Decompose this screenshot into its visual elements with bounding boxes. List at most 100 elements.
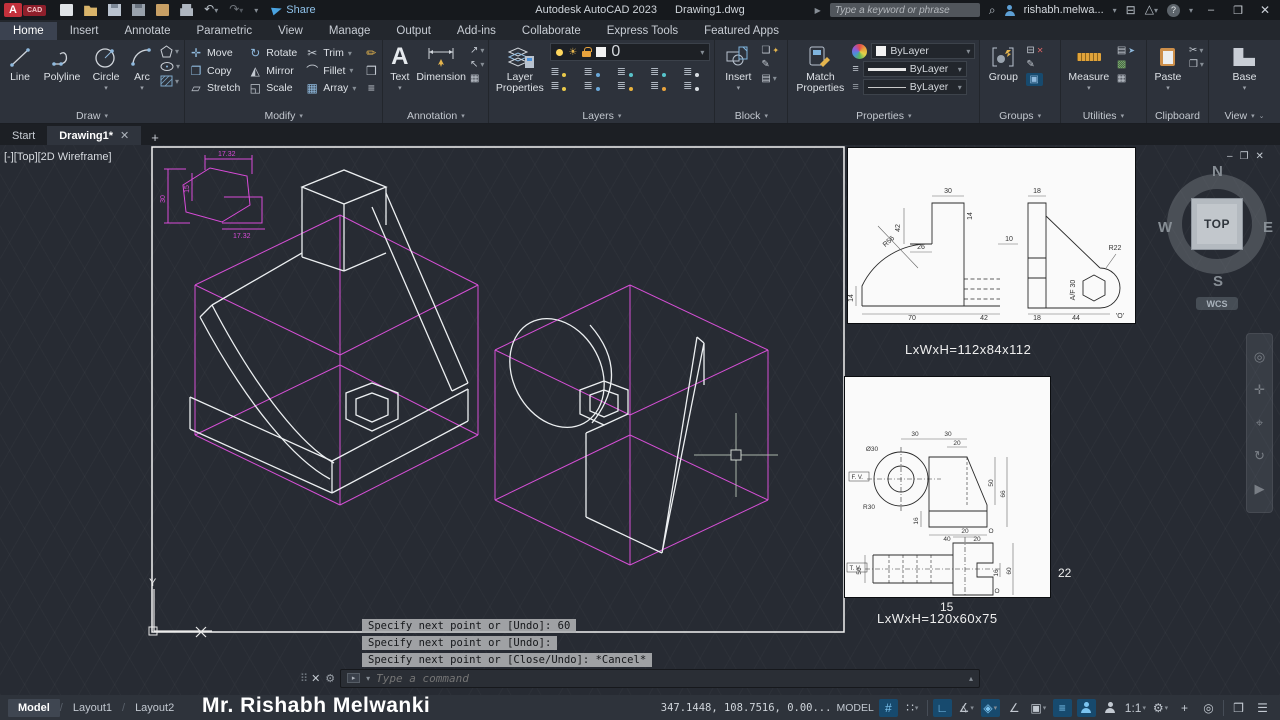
layer-unlock-button[interactable]: ≣	[650, 79, 666, 92]
panel-label-groups[interactable]: Groups ▾	[980, 108, 1059, 123]
compass-east[interactable]: E	[1263, 219, 1273, 236]
qat-customize-icon[interactable]: ▾	[254, 6, 258, 15]
rotate-button[interactable]: ↻ Rotate	[248, 46, 297, 60]
panel-label-view[interactable]: View ▾ ⌄	[1209, 108, 1280, 123]
move-button[interactable]: ✛ Move	[189, 46, 240, 60]
polar-tracking-toggle[interactable]: ∡ ▾	[957, 699, 976, 717]
multileader-button[interactable]: ↖ ▾	[470, 59, 484, 70]
group-edit-button[interactable]: ✎	[1026, 59, 1043, 70]
paste-button[interactable]: Paste ▾	[1151, 43, 1185, 92]
new-drawing-plus-button[interactable]: +	[141, 130, 169, 145]
workspace-gear-button[interactable]: ⚙ ▾	[1151, 699, 1170, 717]
drawing-canvas[interactable]: [-][Top][2D Wireframe] 17.32 30 15 17.32	[0, 145, 1280, 695]
lineweight-dropdown[interactable]: ByLayer ▾	[862, 61, 967, 77]
panel-label-block[interactable]: Block ▾	[715, 108, 787, 123]
minimize-button[interactable]: –	[1202, 4, 1220, 16]
object-color-dropdown[interactable]: ByLayer ▾	[871, 43, 976, 59]
layer-lock-button[interactable]: ≣	[650, 65, 666, 78]
save-as-icon[interactable]	[132, 4, 146, 16]
tab-collaborate[interactable]: Collaborate	[509, 22, 594, 40]
copy-clip-button[interactable]: ❐ ▾	[1189, 59, 1204, 70]
help-icon[interactable]: ?	[1166, 3, 1180, 17]
copy-button[interactable]: ❐ Copy	[189, 64, 240, 78]
scale-button[interactable]: ◱ Scale	[248, 81, 297, 95]
arc-caret-icon[interactable]: ▾	[140, 84, 144, 92]
layer-off-button[interactable]: ≣	[550, 65, 567, 78]
insert-button[interactable]: Insert ▾	[719, 43, 757, 92]
layer-freeze-sun-icon[interactable]: ☀	[568, 47, 577, 58]
tab-annotate[interactable]: Annotate	[111, 22, 183, 40]
annotation-scale-button[interactable]: 1:1 ▾	[1125, 699, 1146, 717]
ortho-toggle[interactable]: ∟	[932, 698, 952, 717]
ellipse-button[interactable]: ▾	[160, 61, 180, 72]
new-file-icon[interactable]	[60, 4, 74, 16]
layer-color-swatch[interactable]	[596, 47, 607, 57]
base-button[interactable]: Base ▾	[1224, 43, 1264, 92]
close-button[interactable]: ✕	[1256, 3, 1274, 17]
linetype-list-icon[interactable]: ≡	[852, 81, 858, 93]
viewport-restore-icon[interactable]: ❐	[1240, 151, 1249, 162]
fillet-button[interactable]: ⌒ Fillet ▾	[305, 62, 356, 79]
trim-button[interactable]: ✂ Trim ▾	[305, 46, 356, 60]
text-button[interactable]: A Text ▾	[387, 43, 412, 92]
steering-wheel-icon[interactable]: ◎	[1254, 349, 1265, 365]
measure-caret-icon[interactable]: ▾	[1087, 84, 1091, 92]
viewport-close-icon[interactable]: ✕	[1256, 151, 1264, 162]
annotation-monitor-plus-button[interactable]: +	[1175, 699, 1194, 717]
customization-menu-button[interactable]: ☰	[1253, 699, 1272, 717]
paste-caret-icon[interactable]: ▾	[1166, 84, 1170, 92]
hatch-button[interactable]: ▾	[160, 75, 180, 87]
open-file-icon[interactable]	[84, 5, 98, 16]
model-tab[interactable]: Model	[8, 698, 60, 717]
wcs-menu[interactable]: WCS	[1196, 297, 1238, 310]
search-expand-icon[interactable]: ▶	[815, 6, 821, 15]
user-name[interactable]: rishabh.melwa...	[1024, 4, 1104, 16]
tab-insert[interactable]: Insert	[57, 22, 112, 40]
lineweight-toggle[interactable]: ≡	[1052, 698, 1072, 717]
redo-icon[interactable]: ↷▾	[229, 3, 243, 17]
model-space-badge[interactable]: MODEL	[836, 699, 873, 717]
polyline-button[interactable]: Polyline	[40, 43, 84, 83]
layout1-tab[interactable]: Layout1	[63, 699, 122, 717]
annotation-visibility-toggle[interactable]	[1076, 698, 1096, 717]
layer-on-button[interactable]: ≣	[550, 79, 567, 92]
line-button[interactable]: Line	[4, 43, 36, 83]
text-caret-icon[interactable]: ▾	[398, 84, 402, 92]
tab-featured-apps[interactable]: Featured Apps	[691, 22, 792, 40]
autodesk-account-icon[interactable]: △▾	[1145, 3, 1158, 17]
viewport-minimize-icon[interactable]: –	[1227, 151, 1233, 162]
command-prompt-icon[interactable]: ▸	[347, 673, 361, 683]
cut-button[interactable]: ✂ ▾	[1189, 45, 1204, 56]
print-icon[interactable]	[180, 4, 194, 16]
panel-label-utilities[interactable]: Utilities ▾	[1061, 108, 1146, 123]
autoscale-toggle[interactable]	[1101, 699, 1120, 717]
layer-lock-icon[interactable]	[582, 47, 592, 57]
layer-properties-button[interactable]: Layer Properties	[493, 43, 546, 94]
pan-icon[interactable]: ✛	[1254, 382, 1265, 398]
layer-isolate-button[interactable]: ≣	[584, 65, 600, 78]
command-close-icon[interactable]: ✕	[311, 672, 320, 685]
array-button[interactable]: ▦ Array ▾	[305, 81, 357, 95]
polygon-button[interactable]: ▾	[160, 45, 180, 58]
plot-icon[interactable]	[156, 4, 170, 16]
panel-label-modify[interactable]: Modify ▾	[185, 108, 382, 123]
save-icon[interactable]	[108, 4, 122, 16]
tab-parametric[interactable]: Parametric	[184, 22, 266, 40]
layer-dropdown[interactable]: ☀ 0 ▾	[550, 43, 711, 61]
layer-unisolate-button[interactable]: ≣	[584, 79, 600, 92]
explode-button[interactable]: ❒	[364, 64, 378, 78]
arc-button[interactable]: Arc ▾	[128, 43, 156, 92]
snap-toggle[interactable]: ∷ ▾	[903, 699, 922, 717]
help-caret-icon[interactable]: ▾	[1189, 6, 1193, 15]
autocad-logo[interactable]: A CAD	[4, 3, 47, 17]
isodraft-toggle[interactable]: ◈ ▾	[980, 698, 1000, 717]
share-button[interactable]: Share	[271, 4, 316, 16]
quick-calculator-button[interactable]: ▦	[1117, 73, 1135, 84]
erase-button[interactable]: ✏	[364, 46, 378, 60]
layout2-tab[interactable]: Layout2	[125, 699, 184, 717]
layer-thaw-button[interactable]: ≣	[617, 79, 633, 92]
tab-manage[interactable]: Manage	[316, 22, 384, 40]
color-wheel-icon[interactable]	[852, 43, 868, 59]
leader-button[interactable]: ↗ ▾	[470, 45, 484, 56]
showmotion-icon[interactable]: ▶	[1255, 481, 1265, 497]
